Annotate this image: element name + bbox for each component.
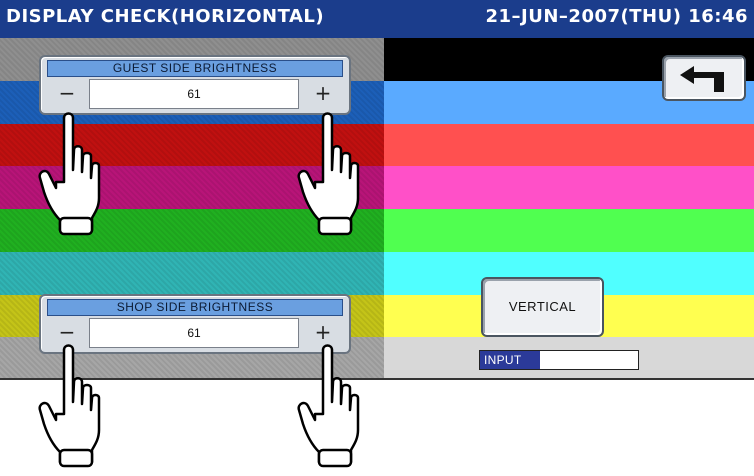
guest-brightness-value: 61 xyxy=(89,79,299,109)
pointing-hand-icon xyxy=(297,344,360,468)
return-arrow-icon xyxy=(680,66,724,92)
shop-brightness-value: 61 xyxy=(89,318,299,348)
color-band-right xyxy=(384,209,754,252)
color-band-right xyxy=(384,123,754,167)
vertical-button[interactable]: VERTICAL xyxy=(481,277,604,337)
guest-brightness-panel: GUEST SIDE BRIGHTNESS − 61 + xyxy=(39,55,351,115)
color-band-left xyxy=(0,251,384,295)
color-band-right xyxy=(384,166,754,209)
date-time: 21–JUN–2007(THU) 16:46 xyxy=(485,6,748,27)
pointing-hand-icon xyxy=(38,112,101,236)
pointing-hand-icon xyxy=(297,112,360,236)
back-button[interactable] xyxy=(662,55,746,101)
screen-title: DISPLAY CHECK(HORIZONTAL) xyxy=(6,6,325,27)
shop-brightness-header: SHOP SIDE BRIGHTNESS xyxy=(47,299,343,316)
pointing-hand-icon xyxy=(38,344,101,468)
input-indicator-label: INPUT xyxy=(484,353,522,367)
guest-brightness-minus-button[interactable]: − xyxy=(47,79,87,109)
guest-brightness-header: GUEST SIDE BRIGHTNESS xyxy=(47,60,343,77)
title-bar: DISPLAY CHECK(HORIZONTAL) 21–JUN–2007(TH… xyxy=(0,0,754,38)
input-indicator: INPUT xyxy=(479,350,639,370)
guest-brightness-plus-button[interactable]: + xyxy=(303,79,343,109)
